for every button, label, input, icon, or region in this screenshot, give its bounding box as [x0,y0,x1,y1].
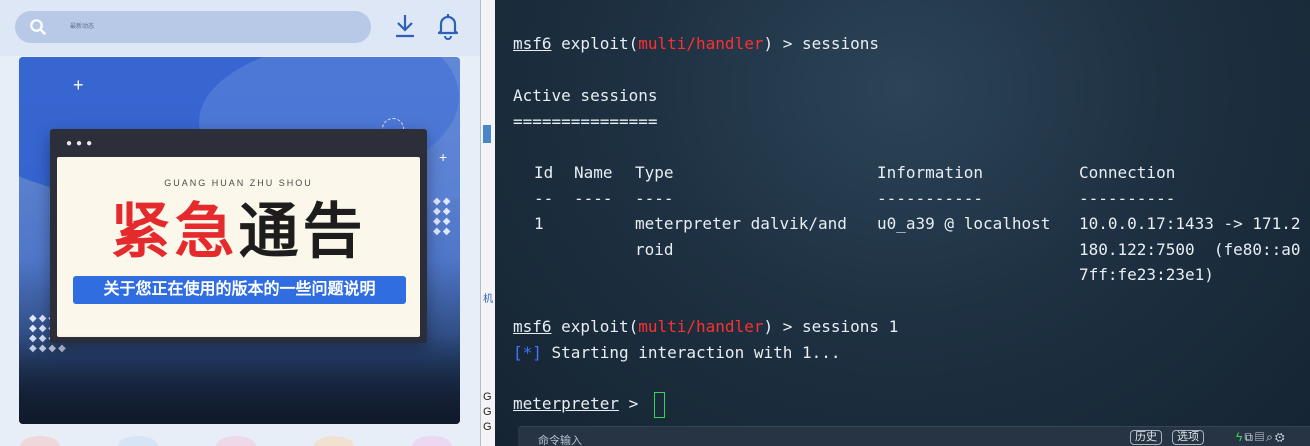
copy-icon[interactable]: ⧉ [1244,430,1255,444]
column-header-name: Name [574,163,613,182]
status-text: Starting interaction with 1... [541,343,841,362]
command-text: sessions 1 [802,317,899,336]
status-line: [*] Starting interaction with 1... [513,343,841,362]
notice-headline: 紧急通告 [57,197,420,267]
window-edge-accent [483,125,491,143]
search-icon[interactable]: ⌕ [1266,430,1275,444]
background-window-edge: 机 G G G [480,0,496,446]
header-rule: ---- [574,189,613,208]
session-connection-wrap: 7ff:fe23:23e1) [1079,265,1214,284]
meterpreter-prompt: meterpreter [513,394,619,413]
command-input-placeholder: 命令输入 [538,435,582,446]
notice-content: GUANG HUAN ZHU SHOU 紧急通告 关于您正在使用的版本的一些问题… [57,157,420,337]
terminal-window[interactable]: msf6 exploit(multi/handler) > sessions A… [495,0,1310,446]
edge-text: G [483,391,492,403]
column-header-id: Id [534,163,554,182]
notice-subtitle: GUANG HUAN ZHU SHOU [164,178,313,188]
banner-fade [19,334,460,424]
gear-icon[interactable]: ⚙ [1275,430,1287,444]
msf-prompt: msf6 [513,34,552,53]
session-type-wrap: roid [635,240,674,259]
column-header-connection: Connection [1079,163,1176,182]
history-button[interactable]: 历史 [1130,430,1162,445]
phone-app-panel: 最新动态 + + ◆◆◆◆◆◆◆◆ ◆◆◆◆◆◆◆◆◆◆◆◆◆◆◆◆ ●●● G… [0,0,480,446]
meterpreter-prompt-line: meterpreter > [513,394,648,413]
search-bar[interactable]: 最新动态 [15,11,371,43]
session-connection-wrap: 180.122:7500 (fe80::a0 [1079,240,1301,259]
paste-icon[interactable]: ▤ [1255,430,1266,444]
section-heading: Active sessions [513,86,658,105]
header-rule: ----------- [877,189,983,208]
dots-decoration: ◆◆ ◆◆ ◆◆ ◆◆ [433,196,453,237]
prompt-exploit: exploit( [551,317,639,336]
edge-text: 机 [483,294,493,305]
plus-decoration: + [73,75,84,95]
options-button[interactable]: 选项 [1172,430,1204,445]
session-connection: 10.0.0.17:1433 -> 171.2 [1079,214,1301,233]
header-rule: -- [534,189,554,208]
window-dots: ●●● [66,138,97,149]
category-icons-strip [0,432,480,446]
msf-prompt: msf6 [513,317,552,336]
status-tag: [*] [513,343,542,362]
module-name: multi/handler [638,317,764,336]
headline-red: 紧急 [110,198,239,265]
prompt-exploit: exploit( [551,34,639,53]
edge-text: G [483,406,492,418]
prompt-line: msf6 exploit(multi/handler) > sessions 1 [513,317,898,336]
category-icon[interactable] [314,436,354,446]
notice-window: ●●● GUANG HUAN ZHU SHOU 紧急通告 关于您正在使用的版本的… [50,129,427,343]
category-icon[interactable] [412,436,452,446]
download-icon[interactable] [394,13,416,44]
session-type: meterpreter dalvik/and [635,214,847,233]
search-icon [29,18,47,41]
plus-decoration: + [439,149,448,165]
session-id: 1 [534,214,544,233]
category-icon[interactable] [20,436,60,446]
category-icon[interactable] [118,436,158,446]
column-header-type: Type [635,163,674,182]
session-information: u0_a39 @ localhost [877,214,1051,233]
headline-dark: 通告 [238,198,367,265]
edge-text: G [483,421,492,433]
category-icon[interactable] [216,436,256,446]
prompt-close: ) > [763,34,802,53]
terminal-cursor [654,392,665,418]
command-text: sessions [802,34,880,53]
prompt-close: ) > [763,317,802,336]
prompt-arrow: > [618,394,648,413]
announcement-banner[interactable]: + + ◆◆◆◆◆◆◆◆ ◆◆◆◆◆◆◆◆◆◆◆◆◆◆◆◆ ●●● GUANG … [19,57,460,424]
header-rule: ---------- [1079,189,1176,208]
notification-bell-icon[interactable] [436,12,460,45]
column-header-information: Information [877,163,983,182]
command-input-bar[interactable]: 命令输入 历史 选项 ϟ⧉▤⌕⚙ [518,426,1310,446]
notice-pill: 关于您正在使用的版本的一些问题说明 [73,276,406,304]
toolbar-icons: ϟ⧉▤⌕⚙ [1236,430,1287,445]
module-name: multi/handler [638,34,764,53]
search-placeholder: 最新动态 [70,24,95,30]
section-rule: =============== [513,112,658,131]
prompt-line: msf6 exploit(multi/handler) > sessions [513,34,879,53]
header-rule: ---- [635,189,674,208]
